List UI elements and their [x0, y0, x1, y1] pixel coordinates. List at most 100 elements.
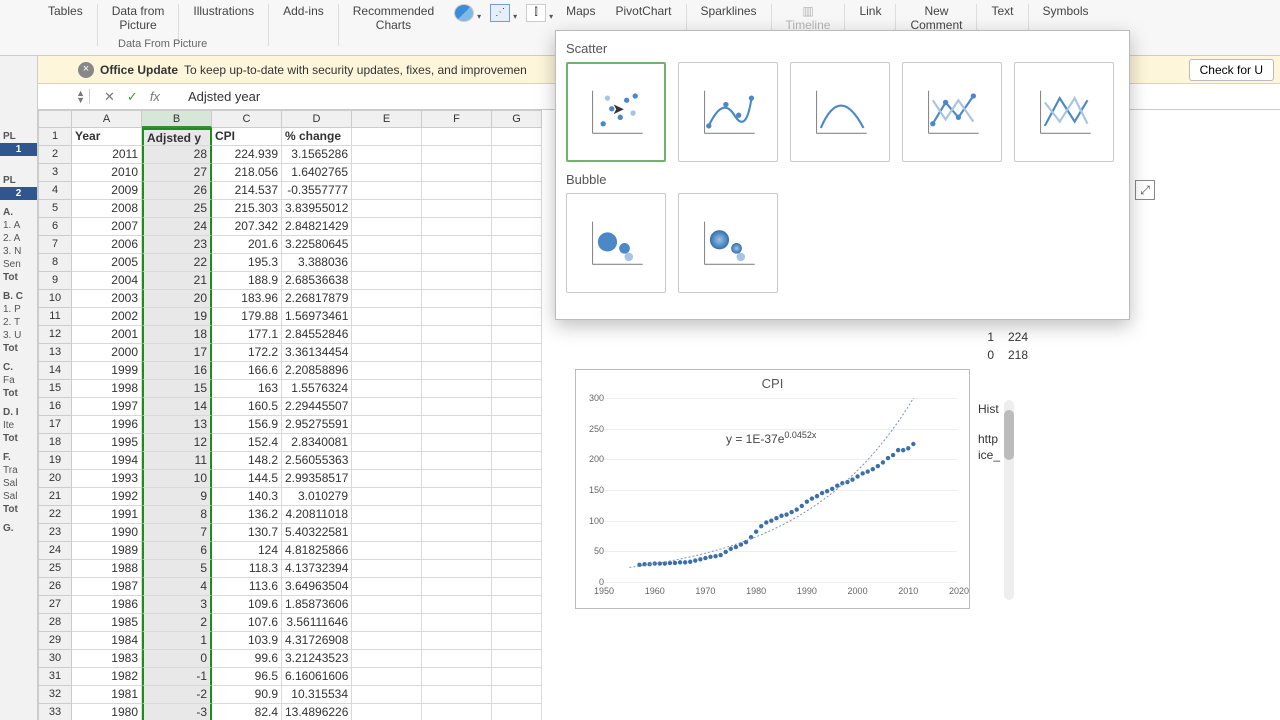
cell[interactable] [422, 596, 492, 614]
row-header[interactable]: 9 [38, 272, 72, 290]
scatter-smooth-markers-thumb[interactable] [678, 62, 778, 162]
cell[interactable] [492, 380, 542, 398]
ribbon-text[interactable]: Text [981, 0, 1023, 18]
cell[interactable]: -1 [142, 668, 212, 686]
col-header-E[interactable]: E [352, 110, 422, 128]
cell[interactable]: 10 [142, 470, 212, 488]
cell[interactable] [492, 524, 542, 542]
cell[interactable] [492, 578, 542, 596]
row-header[interactable]: 23 [38, 524, 72, 542]
cell[interactable] [492, 254, 542, 272]
cell[interactable] [352, 506, 422, 524]
cell[interactable]: 2008 [72, 200, 142, 218]
cell[interactable]: 3.21243523 [282, 650, 352, 668]
cell[interactable]: 27 [142, 164, 212, 182]
check-updates-button[interactable]: Check for U [1189, 59, 1274, 81]
cell[interactable] [492, 344, 542, 362]
cell[interactable]: 2011 [72, 146, 142, 164]
cell[interactable]: 2001 [72, 326, 142, 344]
cell[interactable]: 8 [142, 506, 212, 524]
cell[interactable]: 1986 [72, 596, 142, 614]
ribbon-link[interactable]: Link [849, 0, 891, 18]
col-header-D[interactable]: D [282, 110, 352, 128]
cell[interactable]: 1982 [72, 668, 142, 686]
cell[interactable]: 9 [142, 488, 212, 506]
cell[interactable] [492, 290, 542, 308]
row-header[interactable]: 20 [38, 470, 72, 488]
row-header[interactable]: 10 [38, 290, 72, 308]
cell[interactable]: 1987 [72, 578, 142, 596]
cell[interactable] [352, 488, 422, 506]
cell[interactable]: 1996 [72, 416, 142, 434]
cell[interactable] [422, 686, 492, 704]
cell[interactable]: 2004 [72, 272, 142, 290]
cell[interactable]: 2.29445507 [282, 398, 352, 416]
cell[interactable] [352, 578, 422, 596]
cell[interactable]: 4.13732394 [282, 560, 352, 578]
cell[interactable] [492, 506, 542, 524]
cell[interactable]: 201.6 [212, 236, 282, 254]
cell[interactable] [352, 362, 422, 380]
cell[interactable]: 2010 [72, 164, 142, 182]
cell[interactable] [352, 128, 422, 146]
pie-chart-icon[interactable] [454, 4, 474, 22]
scatter-chart-icon[interactable]: ⋰ [490, 4, 510, 22]
cell[interactable]: -2 [142, 686, 212, 704]
cell[interactable] [492, 488, 542, 506]
cell[interactable]: 15 [142, 380, 212, 398]
row-header[interactable]: 17 [38, 416, 72, 434]
cell[interactable] [422, 362, 492, 380]
cell[interactable]: 4.20811018 [282, 506, 352, 524]
cell[interactable]: 3.388036 [282, 254, 352, 272]
cell[interactable]: 140.3 [212, 488, 282, 506]
cell[interactable]: 207.342 [212, 218, 282, 236]
cell[interactable]: 2007 [72, 218, 142, 236]
cell[interactable] [492, 146, 542, 164]
cell[interactable]: 144.5 [212, 470, 282, 488]
cell[interactable]: 214.537 [212, 182, 282, 200]
cell[interactable]: 118.3 [212, 560, 282, 578]
cell[interactable] [492, 308, 542, 326]
cell[interactable]: 19 [142, 308, 212, 326]
cell[interactable] [352, 218, 422, 236]
cell[interactable]: 1.85873606 [282, 596, 352, 614]
cell[interactable]: 2003 [72, 290, 142, 308]
cell[interactable]: 2.20858896 [282, 362, 352, 380]
cell[interactable]: 96.5 [212, 668, 282, 686]
cell[interactable] [492, 326, 542, 344]
cell[interactable]: CPI [212, 128, 282, 146]
col-header-G[interactable]: G [492, 110, 542, 128]
cell[interactable]: 1991 [72, 506, 142, 524]
cell[interactable]: 172.2 [212, 344, 282, 362]
row-header[interactable]: 32 [38, 686, 72, 704]
ribbon-pivotchart[interactable]: PivotChart [605, 0, 681, 18]
bubble-3d-thumb[interactable] [678, 193, 778, 293]
cell[interactable]: 1992 [72, 488, 142, 506]
cell[interactable] [422, 668, 492, 686]
ribbon-data-from-picture[interactable]: Data fromPicture [102, 0, 175, 32]
cell[interactable]: 1998 [72, 380, 142, 398]
cell[interactable] [352, 146, 422, 164]
vertical-scrollbar[interactable] [1004, 400, 1014, 600]
cell[interactable] [352, 434, 422, 452]
cell[interactable]: 6.16061606 [282, 668, 352, 686]
cell[interactable] [492, 704, 542, 720]
row-header[interactable]: 19 [38, 452, 72, 470]
cell[interactable] [492, 398, 542, 416]
cell[interactable]: 156.9 [212, 416, 282, 434]
cell[interactable] [422, 254, 492, 272]
cell[interactable] [352, 452, 422, 470]
expand-icon[interactable]: ⤢ [1135, 180, 1155, 200]
row-header[interactable]: 5 [38, 200, 72, 218]
col-header-B[interactable]: B [142, 110, 212, 128]
cell[interactable]: 10.315534 [282, 686, 352, 704]
cell[interactable]: 6 [142, 542, 212, 560]
cell[interactable] [422, 344, 492, 362]
cell[interactable]: 215.303 [212, 200, 282, 218]
row-header[interactable]: 1 [38, 128, 72, 146]
cell[interactable]: 7 [142, 524, 212, 542]
cell[interactable] [422, 470, 492, 488]
cpi-chart[interactable]: CPI 050100150200250300 19501960197019801… [575, 369, 970, 609]
cell[interactable] [422, 236, 492, 254]
cell[interactable]: 2009 [72, 182, 142, 200]
